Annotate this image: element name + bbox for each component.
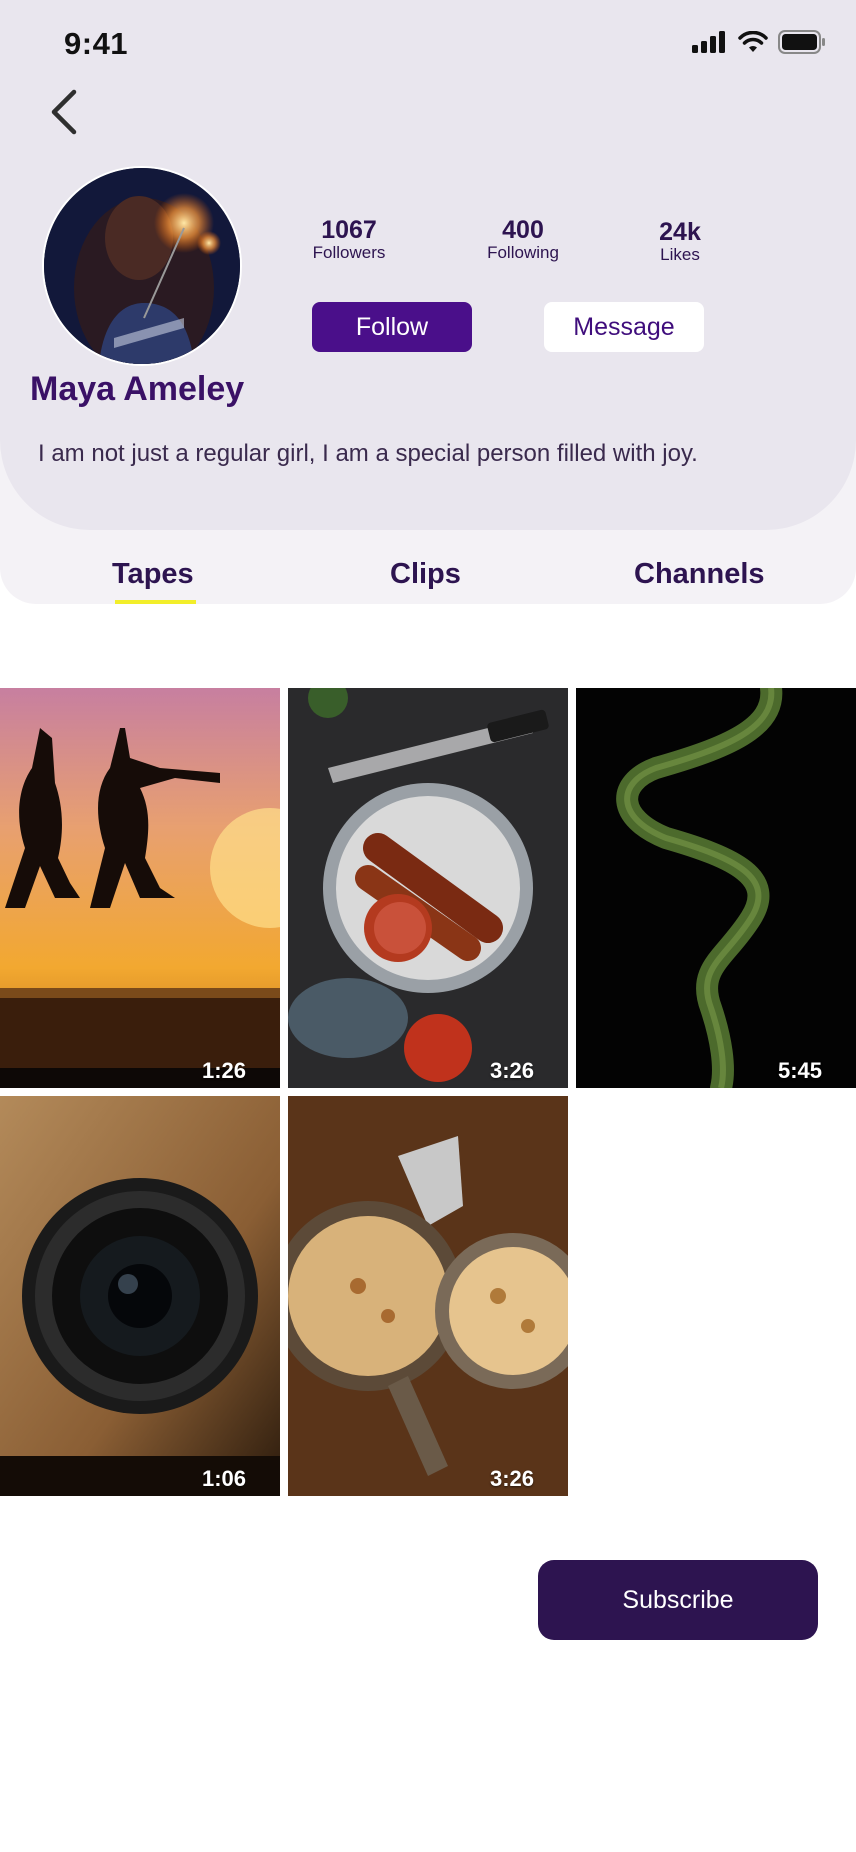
status-time: 9:41	[64, 26, 129, 61]
pizza-image	[288, 1096, 568, 1496]
video-thumbnail[interactable]: 1:26	[0, 688, 280, 1088]
avatar	[42, 166, 242, 366]
video-duration: 3:26	[489, 1466, 534, 1491]
video-thumbnail[interactable]: 1:06	[0, 1096, 280, 1496]
back-button[interactable]	[44, 86, 88, 138]
kebab-dish-image	[288, 688, 568, 1088]
video-thumbnail[interactable]: 3:26	[288, 688, 568, 1088]
followers-count: 1067	[321, 216, 377, 244]
followers-label: Followers	[312, 243, 386, 262]
following-count: 400	[502, 216, 544, 244]
wifi-icon	[738, 31, 768, 52]
following-stat[interactable]: 400 Following	[480, 216, 566, 262]
camera-lens-image	[0, 1096, 280, 1496]
video-thumbnail[interactable]: 3:26	[288, 1096, 568, 1496]
video-duration: 1:26	[201, 1058, 246, 1083]
follow-button[interactable]: Follow	[312, 302, 472, 352]
message-button[interactable]: Message	[544, 302, 704, 352]
likes-count: 24k	[659, 218, 701, 246]
likes-label: Likes	[660, 245, 700, 264]
video-duration: 3:26	[489, 1058, 534, 1083]
signal-icon	[692, 31, 725, 53]
profile-name: Maya Ameley	[30, 370, 245, 408]
video-duration: 5:45	[777, 1058, 822, 1083]
bamboo-image	[576, 688, 856, 1088]
chevron-left-icon	[51, 89, 77, 135]
likes-stat[interactable]: 24k Likes	[640, 218, 720, 264]
tab-clips[interactable]: Clips	[390, 558, 461, 591]
silhouette-jump-image	[0, 688, 280, 1088]
following-label: Following	[487, 243, 559, 262]
video-duration: 1:06	[201, 1466, 246, 1491]
tab-channels[interactable]: Channels	[634, 558, 765, 591]
tab-tapes[interactable]: Tapes	[112, 558, 194, 591]
active-tab-indicator	[115, 600, 196, 604]
subscribe-button[interactable]: Subscribe	[538, 1560, 818, 1640]
video-thumbnail[interactable]: 5:45	[576, 688, 856, 1088]
profile-bio: I am not just a regular girl, I am a spe…	[38, 440, 698, 467]
followers-stat[interactable]: 1067 Followers	[306, 216, 392, 262]
battery-icon	[778, 30, 825, 54]
status-icons	[692, 30, 826, 54]
